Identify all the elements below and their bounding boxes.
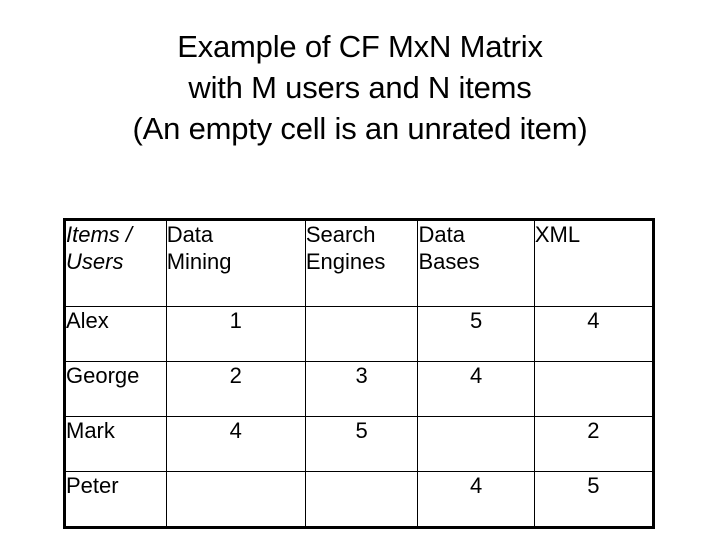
header-cell-data-bases: Data Bases [417, 219, 535, 307]
header-line-2: Mining [166, 249, 232, 274]
slide-canvas: Example of CF MxN Matrix with M users an… [0, 0, 720, 540]
header-line-1: Data [418, 222, 465, 247]
rating-cell: 2 [533, 416, 655, 472]
rating-cell: 4 [165, 416, 306, 472]
header-line-1: Search [305, 222, 376, 247]
rating-cell: 4 [533, 306, 655, 362]
corner-label-items: Items / [66, 222, 133, 247]
user-name-cell: Mark [64, 416, 167, 472]
rating-cell: 5 [533, 471, 655, 528]
header-cell-xml: XML [533, 219, 655, 307]
header-line-2: Engines [305, 249, 386, 274]
rating-cell: 1 [165, 306, 306, 362]
rating-cell [165, 471, 306, 528]
page-title: Example of CF MxN Matrix with M users an… [0, 26, 720, 149]
header-cell-data-mining: Data Mining [165, 219, 306, 307]
table-row: Peter 4 5 [64, 471, 655, 528]
rating-cell: 4 [417, 471, 535, 528]
table-row: Mark 4 5 2 [64, 416, 655, 472]
title-line-3: (An empty cell is an unrated item) [132, 111, 588, 146]
table-header-row: Items / Users Data Mining Search Engines… [64, 219, 655, 307]
rating-cell: 3 [304, 361, 419, 417]
header-line-1: XML [534, 222, 581, 247]
header-cell-search-engines: Search Engines [304, 219, 419, 307]
rating-cell [304, 471, 419, 528]
cf-rating-matrix: Items / Users Data Mining Search Engines… [63, 218, 655, 529]
rating-cell: 2 [165, 361, 306, 417]
header-line-1: Data [166, 222, 214, 247]
user-name-cell: George [64, 361, 167, 417]
rating-cell [417, 416, 535, 472]
rating-cell: 4 [417, 361, 535, 417]
user-name-cell: Peter [64, 471, 167, 528]
user-name-cell: Alex [64, 306, 167, 362]
rating-cell [533, 361, 655, 417]
rating-cell: 5 [304, 416, 419, 472]
corner-label-users: Users [66, 249, 124, 274]
rating-cell [304, 306, 419, 362]
rating-cell: 5 [417, 306, 535, 362]
header-cell-corner: Items / Users [64, 219, 167, 307]
table-row: Alex 1 5 4 [64, 306, 655, 362]
header-line-2: Bases [418, 249, 480, 274]
title-line-2: with M users and N items [188, 70, 532, 105]
table-row: George 2 3 4 [64, 361, 655, 417]
title-line-1: Example of CF MxN Matrix [177, 29, 543, 64]
